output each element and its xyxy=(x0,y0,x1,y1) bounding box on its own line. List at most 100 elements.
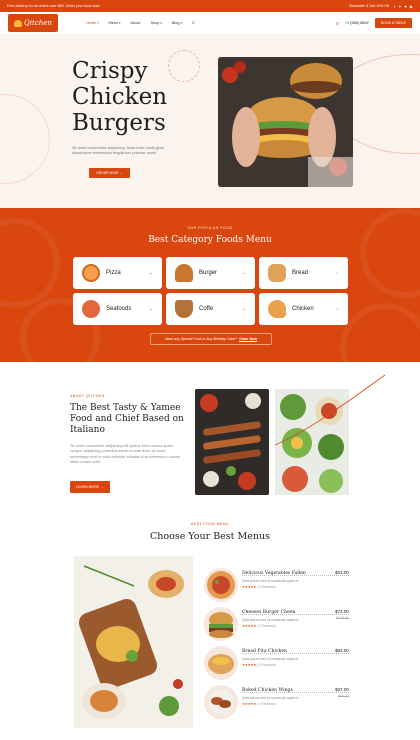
star-icon: ★★★★★ xyxy=(242,702,257,706)
hero-title-line: Chicken xyxy=(72,84,168,110)
about-title: The Best Tasty & Yamee Food and Chief Ba… xyxy=(70,403,184,435)
arrow-right-icon: → xyxy=(241,270,246,276)
menu-item-image xyxy=(204,646,238,680)
menu-item[interactable]: Bread Pita Chicken $83.00 Quis ipsum sed… xyxy=(204,642,349,686)
instagram-icon[interactable]: ♥ xyxy=(405,4,407,9)
menu-item-rating: ★★★★★ (1 Reviews) xyxy=(242,663,276,667)
category-card-burger[interactable]: Burger → xyxy=(166,257,255,289)
category-card-seafoods[interactable]: Seafoods → xyxy=(73,293,162,325)
arrow-right-icon: → xyxy=(334,306,339,312)
kebab-platter-image xyxy=(195,389,269,495)
menu-item-image xyxy=(204,568,238,602)
subscribe-link[interactable]: Subscribe & Get 10% Off xyxy=(349,4,389,8)
category-card-pizza[interactable]: Pizza → xyxy=(73,257,162,289)
hero-title: Crispy Chicken Burgers xyxy=(72,58,167,136)
nav-blog[interactable]: Blog▾ xyxy=(172,21,182,25)
menu-item-price: $73.00 xyxy=(333,609,349,614)
decorative-curve xyxy=(0,94,50,184)
order-now-link[interactable]: Order Now xyxy=(239,337,257,341)
arrow-right-icon: → xyxy=(241,306,246,312)
octopus-icon xyxy=(82,300,100,318)
menu-item-name: Bread Pita Chicken xyxy=(242,649,288,654)
site-logo[interactable]: Qitchen xyxy=(8,14,58,32)
special-order-note: Need any Special Food or Any Birthday Ca… xyxy=(150,333,272,345)
menu-item-image xyxy=(204,607,238,641)
youtube-icon[interactable]: ▶ xyxy=(410,4,413,9)
menu-item-name: Baked Chicken Wings xyxy=(242,688,293,693)
review-count: (1 Reviews) xyxy=(257,702,276,706)
bread-icon xyxy=(268,264,286,282)
phone-icon: ✆ xyxy=(335,21,339,26)
header-actions: ✆ +1 (555) 5892 BOOK A TABLE xyxy=(336,18,412,28)
menu-item[interactable]: Cheeses Burger Cheen $73.00 $100.00 Quis… xyxy=(204,603,349,647)
menu-item-image xyxy=(204,685,238,719)
star-icon: ★★★★★ xyxy=(242,624,257,628)
hero-title-line: Burgers xyxy=(72,110,166,136)
nav-about-label: About xyxy=(130,21,141,25)
star-icon: ★★★★★ xyxy=(242,663,257,667)
menu-item-old-price: $100.00 xyxy=(336,616,349,620)
platter-photo-illustration xyxy=(74,556,193,728)
category-section: OUR POPULAR FOOD Best Category Foods Men… xyxy=(0,208,420,362)
kebab-photo-illustration xyxy=(195,389,269,495)
arrow-right-icon: → xyxy=(148,306,153,312)
coffee-icon xyxy=(175,300,193,318)
book-table-button[interactable]: BOOK A TABLE xyxy=(374,18,412,28)
chevron-down-icon: ▾ xyxy=(180,21,182,25)
nav-about[interactable]: About xyxy=(131,21,141,25)
nav-home[interactable]: Home▾ xyxy=(86,21,99,25)
order-now-button[interactable]: ORDER NOW → xyxy=(89,168,130,178)
search-icon[interactable]: ⌕ xyxy=(192,20,195,26)
top-announcement-bar: Free delivery for all orders over $50. O… xyxy=(0,0,420,12)
nav-shop-label: Shop xyxy=(150,21,160,25)
category-label: Seafoods xyxy=(106,306,132,312)
category-label: Bread xyxy=(292,270,309,276)
decorative-curve xyxy=(274,374,386,446)
phone-number[interactable]: +1 (555) 5892 xyxy=(345,21,369,25)
review-count: (1 Reviews) xyxy=(257,624,276,628)
review-count: (1 Reviews) xyxy=(257,585,276,589)
menu-eyebrow: BEST FOOD MENU xyxy=(191,522,229,526)
menu-item-rating: ★★★★★ (1 Reviews) xyxy=(242,585,276,589)
menu-title: Choose Your Best Menus xyxy=(150,531,270,542)
menu-item-price: $83.00 xyxy=(333,648,349,653)
category-card-coffee[interactable]: Coffe → xyxy=(166,293,255,325)
chevron-down-icon: ▾ xyxy=(97,21,99,25)
hero-burger-image xyxy=(218,57,353,187)
learn-more-button[interactable]: LEARN MORE → xyxy=(70,481,110,493)
hero-title-line: Crispy xyxy=(72,58,148,84)
pizza-icon xyxy=(82,264,100,282)
menu-item-name: Delicious Vegetables Fallen xyxy=(242,571,306,576)
burger-logo-icon xyxy=(14,19,22,27)
hero-section: Crispy Chicken Burgers Sit amet consecte… xyxy=(0,34,420,208)
nav-menu-label: Menu xyxy=(108,21,119,25)
menu-item-desc: Quis ipsum sed et consecat coyat et xyxy=(242,657,299,661)
menu-item-desc: Quis ipsum sed et consecat coyat et xyxy=(242,579,299,583)
decorative-plate xyxy=(0,218,60,308)
menu-item[interactable]: Baked Chicken Wings $37.00 $65.00 Quis i… xyxy=(204,681,349,725)
category-label: Pizza xyxy=(106,270,121,276)
decorative-plate xyxy=(340,303,420,362)
hero-subtitle: Sit amet consectetur adipiscing. Nulla i… xyxy=(72,146,165,156)
category-heading: Best Category Foods Menu xyxy=(148,235,272,245)
announcement-text: Free delivery for all orders over $50. O… xyxy=(7,4,100,8)
burger-icon xyxy=(175,264,193,282)
chicken-icon xyxy=(268,300,286,318)
nav-menu[interactable]: Menu▾ xyxy=(109,21,121,25)
logo-text: Qitchen xyxy=(24,19,52,27)
arrow-right-icon: → xyxy=(148,270,153,276)
main-nav: Home▾ Menu▾ About Shop▾ Blog▾ ⌕ xyxy=(86,20,195,26)
category-label: Burger xyxy=(199,270,218,276)
menu-item-desc: Quis ipsum sed et consecat coyat et xyxy=(242,696,299,700)
menu-item[interactable]: Delicious Vegetables Fallen $23.00 Quis … xyxy=(204,564,349,608)
facebook-icon[interactable]: f xyxy=(394,4,395,9)
about-text: Sit amet consectetur adipiscing elit qui… xyxy=(70,444,182,465)
category-card-bread[interactable]: Bread → xyxy=(259,257,348,289)
nav-home-label: Home xyxy=(85,21,97,25)
menu-item-name: Cheeses Burger Cheen xyxy=(242,610,296,615)
decorative-plate xyxy=(360,208,420,298)
nav-shop[interactable]: Shop▾ xyxy=(150,21,161,25)
twitter-icon[interactable]: ✦ xyxy=(398,4,401,9)
category-card-chicken[interactable]: Chicken → xyxy=(259,293,348,325)
nav-blog-label: Blog xyxy=(171,21,180,25)
